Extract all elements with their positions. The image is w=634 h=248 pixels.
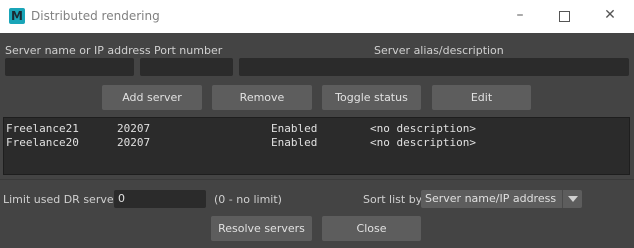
minimize-button[interactable]: – [497,0,543,33]
port-number-input[interactable] [140,58,233,76]
server-port-cell: 20207 [117,122,151,135]
sort-list-select[interactable]: Server name/IP address [421,190,582,208]
server-port-cell: 20207 [117,136,151,149]
limit-servers-label: Limit used DR servers [3,193,124,206]
server-list[interactable]: Freelance21 20207 Enabled <no descriptio… [3,117,630,175]
maximize-icon [558,11,570,22]
server-alias-input[interactable] [239,58,629,76]
toggle-status-button[interactable]: Toggle status [322,85,421,110]
limit-hint: (0 - no limit) [214,193,282,206]
server-name-input[interactable] [5,58,134,76]
list-item[interactable]: Freelance21 20207 Enabled <no descriptio… [4,122,629,136]
close-window-button[interactable]: ✕ [587,0,633,33]
window-title: Distributed rendering [31,9,160,23]
minimize-icon: – [516,7,524,23]
server-name-cell: Freelance21 [6,122,79,135]
add-server-button[interactable]: Add server [102,85,202,110]
close-icon: ✕ [604,7,616,23]
limit-servers-input[interactable]: 0 [114,190,206,208]
divider [0,179,634,180]
sort-list-label: Sort list by [363,193,423,206]
port-number-label: Port number [154,44,223,57]
list-item[interactable]: Freelance20 20207 Enabled <no descriptio… [4,136,629,150]
edit-button[interactable]: Edit [432,85,531,110]
remove-button[interactable]: Remove [212,85,312,110]
server-name-cell: Freelance20 [6,136,79,149]
server-status-cell: Enabled [271,136,318,149]
title-bar: M Distributed rendering – ✕ [0,0,634,33]
close-button[interactable]: Close [322,216,421,241]
server-description-cell: <no description> [370,122,476,135]
app-logo-icon: M [9,8,25,24]
server-name-label: Server name or IP address [5,44,151,57]
server-description-cell: <no description> [370,136,476,149]
sort-list-value: Server name/IP address [425,192,557,205]
chevron-down-icon[interactable] [562,190,582,208]
server-alias-label: Server alias/description [374,44,504,57]
resolve-servers-button[interactable]: Resolve servers [211,216,312,241]
maximize-button[interactable] [541,0,587,33]
server-status-cell: Enabled [271,122,318,135]
